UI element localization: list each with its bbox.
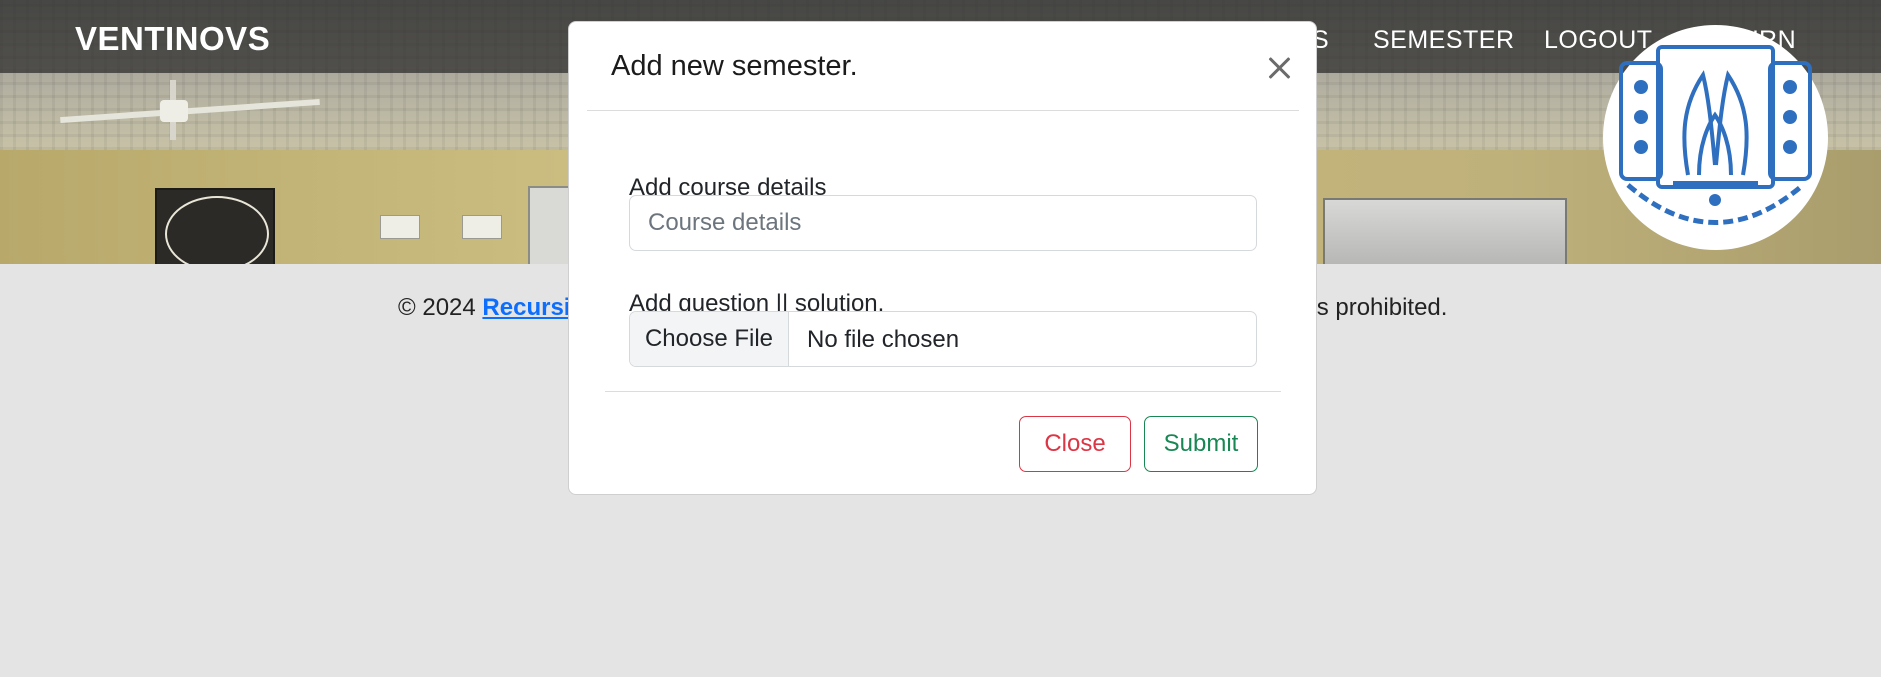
- brand-logo-text[interactable]: VENTINOVS: [75, 20, 270, 58]
- page: VENTINOVS S SEMESTER LOGOUT RETURN: [0, 0, 1881, 677]
- footer-company-link[interactable]: Recursi: [482, 294, 570, 321]
- ceiling-fan-image: [60, 80, 320, 140]
- add-semester-modal: Add new semester. Add course details Add…: [568, 21, 1317, 495]
- modal-header-divider: [587, 110, 1299, 111]
- choose-file-button[interactable]: Choose File: [630, 312, 789, 366]
- wall-switch-image: [380, 215, 420, 239]
- nav-link-semester[interactable]: SEMESTER: [1373, 26, 1515, 55]
- close-button[interactable]: Close: [1019, 416, 1131, 472]
- file-upload-input[interactable]: Choose File No file chosen: [629, 311, 1257, 367]
- whiteboard-image: [1323, 198, 1567, 264]
- course-details-input[interactable]: [629, 195, 1257, 251]
- university-seal-icon: [1603, 25, 1828, 250]
- close-icon[interactable]: [1261, 50, 1297, 86]
- file-status-text: No file chosen: [807, 326, 960, 353]
- wall-clock-image: [155, 188, 275, 264]
- submit-button[interactable]: Submit: [1144, 416, 1258, 472]
- wall-socket-image: [462, 215, 502, 239]
- modal-title: Add new semester.: [611, 50, 858, 82]
- footer-copyright-prefix: © 2024: [398, 294, 483, 321]
- footer-copyright: © 2024 Recursi: [398, 294, 570, 322]
- modal-footer-divider: [605, 391, 1281, 392]
